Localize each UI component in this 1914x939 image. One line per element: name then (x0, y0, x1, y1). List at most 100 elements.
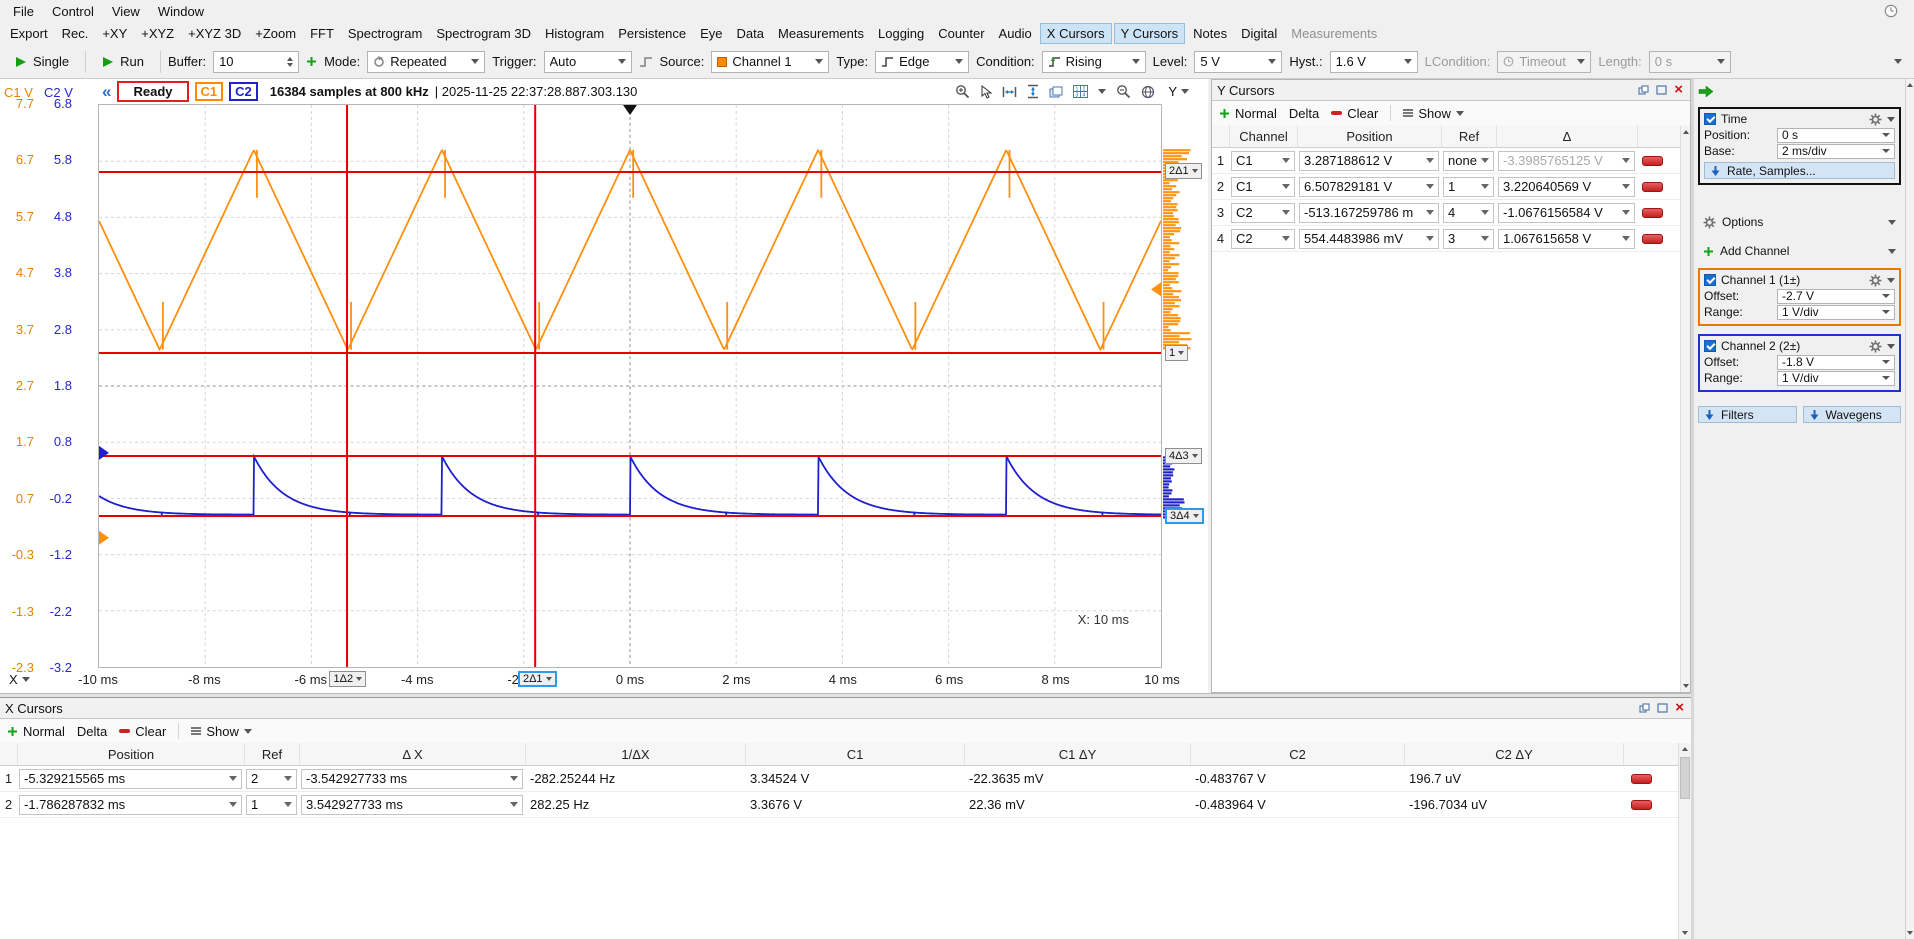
y-normal-button[interactable]: Normal (1219, 106, 1277, 121)
trigger-level-marker[interactable] (1151, 282, 1161, 296)
x-show-button[interactable]: Show (191, 724, 252, 739)
spinner-arrows-icon[interactable] (287, 57, 293, 67)
fit-height-icon[interactable] (1025, 83, 1041, 100)
y-cursors-scrollbar[interactable] (1680, 126, 1690, 692)
single-button[interactable]: Single (6, 51, 78, 72)
y-cursor-marker-3Δ4[interactable]: 3Δ4 (1165, 508, 1204, 524)
y-axis-selector[interactable]: Y (1163, 83, 1194, 100)
layers-icon[interactable] (1047, 85, 1065, 99)
pointer-icon[interactable] (978, 84, 994, 100)
c1-ground-marker[interactable] (99, 531, 109, 545)
x-normal-button[interactable]: Normal (7, 724, 65, 739)
y-cursor-channel-select[interactable]: C2 (1231, 229, 1295, 249)
channel1-checkbox[interactable] (1704, 274, 1716, 286)
channel2-offset-select[interactable]: -1.8 V (1777, 355, 1895, 370)
float-window-icon[interactable] (1636, 85, 1651, 95)
x-cursor-ref-select[interactable]: 1 (246, 795, 297, 815)
x-cursors-scrollbar[interactable] (1678, 743, 1691, 939)
view-notes[interactable]: Notes (1186, 23, 1234, 44)
lcondition-select[interactable]: Timeout (1497, 51, 1591, 73)
chevron-down-icon[interactable] (1887, 117, 1895, 122)
run-button[interactable]: Run (93, 51, 153, 72)
view-digital[interactable]: Digital (1234, 23, 1284, 44)
time-base-select[interactable]: 2 ms/div (1777, 144, 1895, 159)
gear-icon[interactable] (1869, 274, 1882, 287)
zoom-out-icon[interactable] (1114, 83, 1133, 100)
channel2-checkbox[interactable] (1704, 340, 1716, 352)
x-delta-button[interactable]: Delta (77, 724, 107, 739)
filters-button[interactable]: Filters (1698, 406, 1797, 423)
menu-window[interactable]: Window (149, 1, 213, 22)
channel1-range-select[interactable]: 1 V/div (1777, 305, 1895, 320)
y-cursor-channel-select[interactable]: C1 (1231, 177, 1295, 197)
y-cursor-marker-4Δ3[interactable]: 4Δ3 (1165, 448, 1202, 464)
mode-select[interactable]: Repeated (367, 51, 485, 73)
y-cursor-channel-select[interactable]: C1 (1231, 151, 1295, 171)
view-data[interactable]: Data (730, 23, 771, 44)
time-checkbox[interactable] (1704, 113, 1716, 125)
x-cursor-delta-select[interactable]: 3.542927733 ms (301, 795, 523, 815)
y-cursor-position-select[interactable]: -513.167259786 m (1299, 203, 1439, 223)
x-cursor-delta-select[interactable]: -3.542927733 ms (301, 769, 523, 789)
remove-cursor-button[interactable] (1631, 800, 1652, 810)
maximize-window-icon[interactable] (1655, 703, 1670, 713)
view-y-cursors[interactable]: Y Cursors (1114, 23, 1186, 44)
y-cursor-ref-select[interactable]: 3 (1443, 229, 1494, 249)
hysteresis-select[interactable]: 1.6 V (1330, 51, 1418, 73)
view-persistence[interactable]: Persistence (611, 23, 693, 44)
x-cursor-position-select[interactable]: -1.786287832 ms (19, 795, 242, 815)
globe-icon[interactable] (1139, 84, 1157, 100)
condition-select[interactable]: Rising (1042, 51, 1146, 73)
expand-panel-icon[interactable] (1698, 83, 1901, 99)
gear-icon[interactable] (1869, 113, 1882, 126)
y-show-button[interactable]: Show (1403, 106, 1464, 121)
trigger-time-marker[interactable] (623, 105, 637, 115)
view--zoom[interactable]: +Zoom (248, 23, 303, 44)
remove-cursor-button[interactable] (1631, 774, 1652, 784)
gear-icon[interactable] (1869, 340, 1882, 353)
y-cursor-delta-select[interactable]: 3.220640569 V (1498, 177, 1635, 197)
view-spectrogram-3d[interactable]: Spectrogram 3D (429, 23, 538, 44)
toolbar-overflow-icon[interactable] (1894, 59, 1902, 64)
menu-file[interactable]: File (4, 1, 43, 22)
remove-cursor-button[interactable] (1642, 234, 1663, 244)
menu-control[interactable]: Control (43, 1, 103, 22)
view-spectrogram[interactable]: Spectrogram (341, 23, 429, 44)
view-fft[interactable]: FFT (303, 23, 341, 44)
buffer-spinner[interactable]: 10 (213, 51, 299, 73)
c2-badge[interactable]: C2 (229, 82, 258, 101)
c1-badge[interactable]: C1 (195, 82, 224, 101)
y-cursor-position-select[interactable]: 6.507829181 V (1299, 177, 1439, 197)
view-mode-chevron-icon[interactable] (1096, 88, 1108, 95)
view-rec-[interactable]: Rec. (55, 23, 96, 44)
menu-view[interactable]: View (103, 1, 149, 22)
channel1-offset-select[interactable]: -2.7 V (1777, 289, 1895, 304)
y-clear-button[interactable]: Clear (1331, 106, 1378, 121)
quad-view-icon[interactable]: 1234 (1071, 84, 1090, 99)
view-export[interactable]: Export (3, 23, 55, 44)
type-select[interactable]: Edge (875, 51, 969, 73)
x-clear-button[interactable]: Clear (119, 724, 166, 739)
wavegens-button[interactable]: Wavegens (1803, 406, 1902, 423)
view-measurements[interactable]: Measurements (771, 23, 871, 44)
x-cursor-marker-2Δ1[interactable]: 2Δ1 (518, 671, 557, 687)
history-back-icon[interactable]: « (102, 85, 111, 99)
view-x-cursors[interactable]: X Cursors (1040, 23, 1112, 44)
waveform-plot[interactable]: X: 10 ms (98, 104, 1162, 668)
length-select[interactable]: 0 s (1649, 51, 1731, 73)
view-histogram[interactable]: Histogram (538, 23, 611, 44)
remove-cursor-button[interactable] (1642, 182, 1663, 192)
y-cursor-delta-select[interactable]: -3.3985765125 V (1498, 151, 1635, 171)
options-select[interactable]: Options (1698, 213, 1901, 231)
view--xyz[interactable]: +XYZ (134, 23, 181, 44)
channel2-range-select[interactable]: 1 V/div (1777, 371, 1895, 386)
view-counter[interactable]: Counter (931, 23, 991, 44)
time-position-select[interactable]: 0 s (1777, 128, 1895, 143)
chevron-down-icon[interactable] (1887, 278, 1895, 283)
y-cursor-marker-1[interactable]: 1 (1165, 345, 1188, 361)
x-cursor-position-select[interactable]: -5.329215565 ms (19, 769, 242, 789)
view-eye[interactable]: Eye (693, 23, 729, 44)
rate-samples-button[interactable]: Rate, Samples... (1704, 162, 1895, 179)
add-channel-select[interactable]: Add Channel (1698, 242, 1901, 260)
y-cursor-ref-select[interactable]: 4 (1443, 203, 1494, 223)
